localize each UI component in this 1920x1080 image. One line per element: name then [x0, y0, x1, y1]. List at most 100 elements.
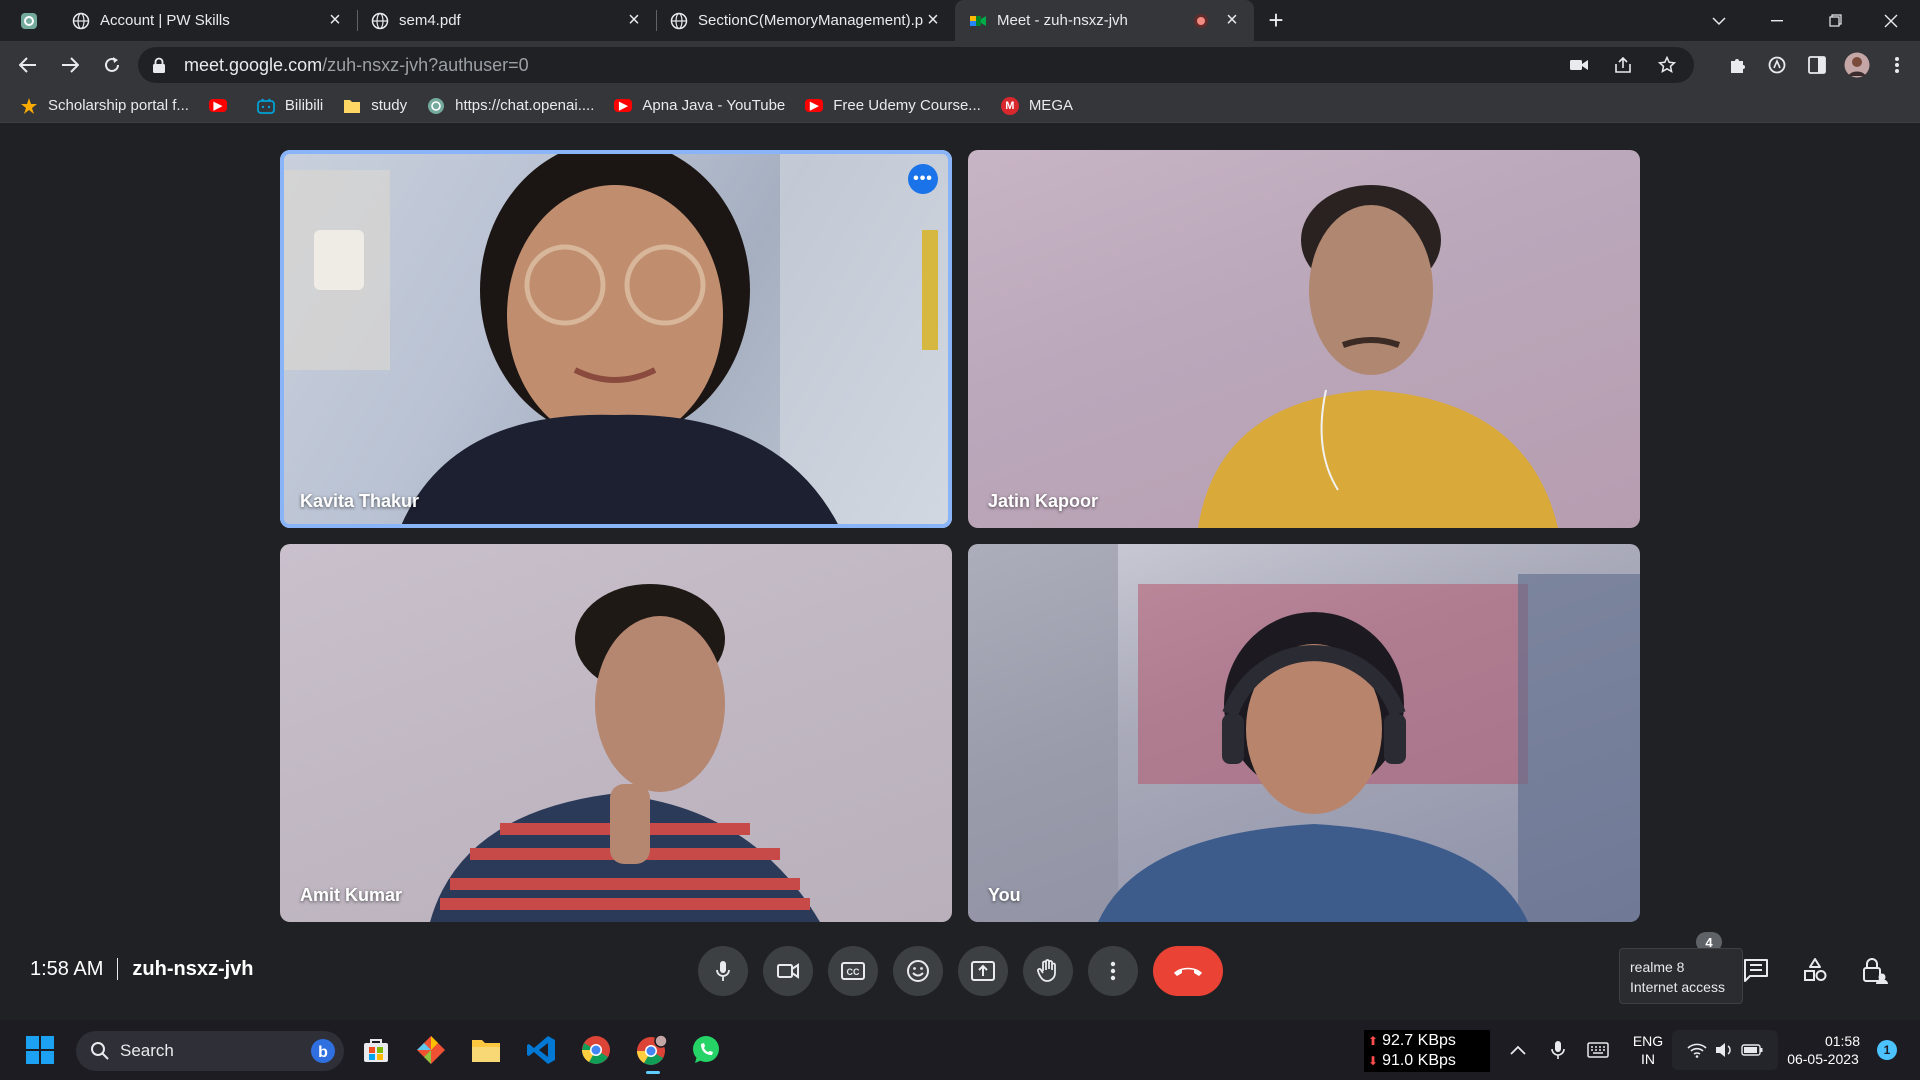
clock-time: 01:58	[1824, 1033, 1860, 1049]
tab-meet[interactable]: Meet - zuh-nsxz-jvh ×	[955, 0, 1254, 41]
tray-microphone[interactable]	[1538, 1030, 1578, 1070]
close-icon[interactable]: ×	[325, 9, 345, 31]
bookmark-mega[interactable]: M MEGA	[1000, 96, 1073, 115]
microphone-button[interactable]	[698, 946, 748, 996]
close-icon[interactable]: ×	[1222, 9, 1242, 31]
camera-button[interactable]	[763, 946, 813, 996]
taskbar-vscode[interactable]	[521, 1030, 561, 1070]
chrome-icon	[582, 1036, 610, 1064]
folder-icon	[343, 97, 361, 115]
extensions-icon[interactable]	[1724, 52, 1750, 78]
minimize-icon[interactable]	[1748, 0, 1806, 41]
raise-hand-button[interactable]	[1023, 946, 1073, 996]
participant-tile-jatin[interactable]: Jatin Kapoor	[968, 150, 1640, 528]
close-window-icon[interactable]	[1862, 0, 1920, 41]
notification-center-button[interactable]: 1	[1872, 1030, 1902, 1070]
more-options-icon[interactable]: •••	[908, 164, 938, 194]
share-icon[interactable]	[1610, 52, 1636, 78]
tab-strip: Account | PW Skills × sem4.pdf × Section…	[0, 0, 1920, 41]
taskbar-search[interactable]: Search b	[76, 1031, 344, 1071]
more-options-button[interactable]	[1088, 946, 1138, 996]
participant-tile-you[interactable]: You	[968, 544, 1640, 922]
host-lock-icon	[1863, 958, 1888, 984]
meeting-code[interactable]: zuh-nsxz-jvh	[132, 958, 253, 981]
network-speed-meter: ⬆ 92.7 KBps ⬇ 91.0 KBps	[1364, 1030, 1490, 1072]
taskbar-git[interactable]	[411, 1030, 451, 1070]
close-icon[interactable]: ×	[624, 9, 644, 31]
captions-button[interactable]: CC	[828, 946, 878, 996]
meet-icon	[970, 15, 986, 26]
globe-icon	[72, 12, 90, 29]
activities-button[interactable]	[1797, 952, 1833, 988]
tab-title: SectionC(MemoryManagement).p	[698, 12, 923, 29]
host-controls-button[interactable]	[1857, 952, 1893, 988]
taskbar-chrome[interactable]	[576, 1030, 616, 1070]
present-screen-button[interactable]	[958, 946, 1008, 996]
bookmark-youtube[interactable]: ▶	[208, 99, 237, 112]
store-icon	[364, 1039, 388, 1062]
activities-icon	[1804, 958, 1827, 981]
mega-icon: M	[1000, 96, 1019, 115]
language-indicator[interactable]: ENG IN	[1628, 1032, 1668, 1068]
star-icon[interactable]	[1654, 52, 1680, 78]
lock-icon	[153, 57, 165, 73]
emoji-icon	[907, 960, 929, 982]
globe-icon	[670, 12, 688, 29]
tab-account[interactable]: Account | PW Skills ×	[58, 0, 357, 41]
taskbar-file-explorer[interactable]	[466, 1030, 506, 1070]
bookmark-bilibili[interactable]: Bilibili	[257, 97, 323, 115]
reactions-button[interactable]	[893, 946, 943, 996]
address-bar[interactable]: meet.google.com/zuh-nsxz-jvh?authuser=0	[138, 47, 1694, 83]
participant-name: Kavita Thakur	[300, 491, 420, 511]
recording-indicator-icon	[1194, 13, 1208, 28]
globe-icon	[371, 12, 389, 29]
notification-badge: 1	[1877, 1040, 1897, 1060]
new-tab-button[interactable]: +	[1254, 0, 1298, 41]
bookmark-chat-openai[interactable]: https://chat.openai....	[427, 97, 594, 115]
bookmark-apna-java[interactable]: ▶ Apna Java - YouTube	[614, 97, 785, 114]
bookmark-study[interactable]: study	[343, 97, 407, 115]
profile-avatar[interactable]	[1844, 52, 1870, 78]
battery-icon	[1741, 1044, 1763, 1056]
camera-in-use-icon[interactable]	[1566, 52, 1592, 78]
vscode-icon	[527, 1036, 555, 1064]
tab-section-c[interactable]: SectionC(MemoryManagement).p ×	[656, 0, 955, 41]
menu-kebab-icon[interactable]	[1884, 52, 1910, 78]
tray-keyboard[interactable]	[1578, 1030, 1618, 1070]
volume-icon	[1716, 1043, 1731, 1057]
restore-icon[interactable]	[1806, 0, 1864, 41]
tab-search-icon[interactable]	[0, 0, 58, 41]
folder-icon	[472, 1040, 500, 1062]
extension-openai-icon[interactable]	[1764, 52, 1790, 78]
back-button[interactable]	[8, 45, 48, 85]
network-tooltip: realme 8 Internet access	[1619, 948, 1743, 1004]
show-hidden-icons-button[interactable]	[1498, 1030, 1538, 1070]
close-icon[interactable]: ×	[923, 9, 943, 31]
windows-taskbar: Search b ⬆92.7 KBps ⬇91.0 KBps ENG IN	[0, 1020, 1920, 1080]
bookmark-free-udemy[interactable]: ▶ Free Udemy Course...	[805, 97, 981, 114]
quick-settings-button[interactable]	[1672, 1030, 1778, 1070]
search-placeholder: Search	[120, 1041, 174, 1060]
microphone-icon	[716, 961, 730, 981]
taskbar-chrome-profile[interactable]	[632, 1030, 672, 1074]
chat-button[interactable]	[1738, 952, 1774, 988]
participant-tile-kavita[interactable]: ••• Kavita Thakur	[280, 150, 952, 528]
forward-button[interactable]	[50, 45, 90, 85]
camera-icon	[777, 963, 799, 979]
taskbar-store[interactable]	[356, 1030, 396, 1070]
bilibili-icon	[257, 97, 275, 115]
download-arrow-icon: ⬇	[1368, 1054, 1379, 1068]
side-panel-icon[interactable]	[1804, 52, 1830, 78]
chrome-profile-icon	[637, 1034, 668, 1065]
reload-button[interactable]	[92, 45, 132, 85]
youtube-icon: ▶	[614, 99, 633, 112]
taskbar-whatsapp[interactable]	[686, 1030, 726, 1070]
tab-sem4[interactable]: sem4.pdf ×	[357, 0, 656, 41]
meeting-time: 1:58 AM	[30, 957, 104, 980]
bookmark-scholarship[interactable]: Scholarship portal f...	[20, 97, 189, 115]
participant-tile-amit[interactable]: Amit Kumar	[280, 544, 952, 922]
start-button[interactable]	[20, 1030, 60, 1070]
clock[interactable]: 01:58 06-05-2023	[1780, 1032, 1866, 1068]
tab-search-dropdown-icon[interactable]	[1690, 0, 1748, 41]
leave-call-button[interactable]	[1153, 946, 1223, 996]
